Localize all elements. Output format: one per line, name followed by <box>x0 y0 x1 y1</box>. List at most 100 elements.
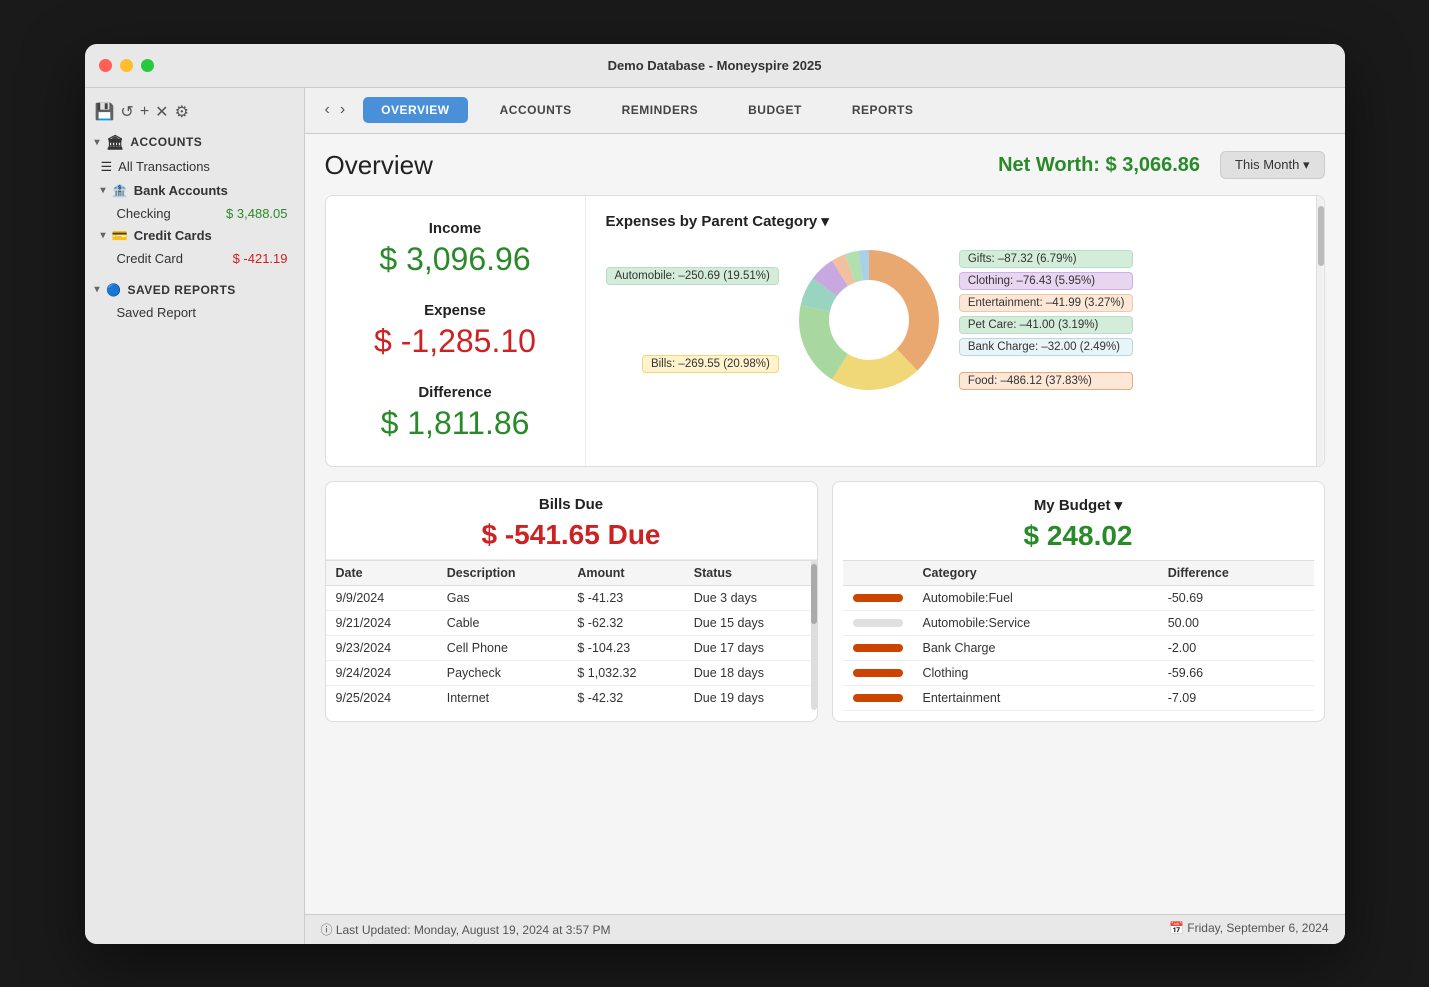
page-title: Overview <box>325 150 433 181</box>
last-updated: ⓘ Last Updated: Monday, August 19, 2024 … <box>321 921 611 938</box>
sidebar-item-credit-card[interactable]: Credit Card $ -421.19 <box>85 248 304 269</box>
budget-title-text: My Budget ▾ <box>1034 497 1122 514</box>
sidebar-section-accounts[interactable]: ▾ 🏛 ACCOUNTS <box>85 130 304 155</box>
budget-diff-1: -50.69 <box>1158 585 1314 610</box>
tab-reports[interactable]: REPORTS <box>834 97 932 123</box>
col-amount: Amount <box>567 560 683 585</box>
income-summary: Income $ 3,096.96 <box>356 220 555 278</box>
table-row[interactable]: 9/21/2024 Cable $ -62.32 Due 15 days <box>326 610 817 635</box>
main-card-scrollbar[interactable] <box>1316 196 1324 466</box>
table-row[interactable]: 9/23/2024 Cell Phone $ -104.23 Due 17 da… <box>326 635 817 660</box>
table-row[interactable]: 9/25/2024 Internet $ -42.32 Due 19 days <box>326 685 817 710</box>
app-window: Demo Database - Moneyspire 2025 💾 ↺ + ✕ … <box>85 44 1345 944</box>
donut-chart <box>789 240 949 400</box>
sidebar-section-saved-reports[interactable]: ▾ 🔵 SAVED REPORTS <box>85 279 304 301</box>
bill-date-3: 9/23/2024 <box>326 635 437 660</box>
minimize-button[interactable] <box>120 59 133 72</box>
tab-reminders[interactable]: REMINDERS <box>604 97 717 123</box>
maximize-button[interactable] <box>141 59 154 72</box>
chart-labels-right: Gifts: –87.32 (6.79%) Clothing: –76.43 (… <box>959 250 1134 390</box>
add-icon[interactable]: + <box>140 103 149 121</box>
summary-panel: Income $ 3,096.96 Expense $ -1,285.10 Di… <box>326 196 586 466</box>
status-bar: ⓘ Last Updated: Monday, August 19, 2024 … <box>305 914 1345 944</box>
income-label: Income <box>356 220 555 237</box>
bills-table-wrapper: Date Description Amount Status 9/9/2024 <box>326 559 817 710</box>
bill-status-5: Due 19 days <box>684 685 817 710</box>
col-date: Date <box>326 560 437 585</box>
traffic-lights <box>99 59 154 72</box>
bill-status-4: Due 18 days <box>684 660 817 685</box>
content-area: ‹ › OVERVIEW ACCOUNTS REMINDERS BUDGET R… <box>305 88 1345 944</box>
col-category: Category <box>913 560 1158 585</box>
accounts-section-label: ACCOUNTS <box>130 135 202 149</box>
label-petcare: Pet Care: –41.00 (3.19%) <box>959 316 1134 334</box>
table-row[interactable]: Bank Charge -2.00 <box>843 635 1314 660</box>
col-description: Description <box>437 560 568 585</box>
col-bar-spacer <box>843 560 913 585</box>
window-title: Demo Database - Moneyspire 2025 <box>608 58 822 73</box>
table-row[interactable]: 9/24/2024 Paycheck $ 1,032.32 Due 18 day… <box>326 660 817 685</box>
sidebar-toolbar: 💾 ↺ + ✕ ⚙ <box>85 98 304 130</box>
sidebar-group-credit-cards[interactable]: ▾ 💳 Credit Cards <box>85 224 304 248</box>
budget-header: My Budget ▾ $ 248.02 <box>833 482 1324 560</box>
label-gifts: Gifts: –87.32 (6.79%) <box>959 250 1134 268</box>
sidebar-group-bank-accounts[interactable]: ▾ 🏦 Bank Accounts <box>85 179 304 203</box>
back-button[interactable]: ‹ <box>321 99 334 121</box>
budget-diff-3: -2.00 <box>1158 635 1314 660</box>
saved-reports-label: SAVED REPORTS <box>127 283 235 297</box>
checking-label: Checking <box>117 206 171 221</box>
bills-title: Bills Due <box>346 496 797 513</box>
period-selector[interactable]: This Month ▾ <box>1220 151 1324 179</box>
col-difference: Difference <box>1158 560 1314 585</box>
label-entertainment: Entertainment: –41.99 (3.27%) <box>959 294 1134 312</box>
table-row[interactable]: 9/9/2024 Gas $ -41.23 Due 3 days <box>326 585 817 610</box>
chevron-icon: ▾ <box>101 185 106 196</box>
bill-amount-4: $ 1,032.32 <box>567 660 683 685</box>
save-icon[interactable]: 💾 <box>95 102 115 122</box>
budget-title[interactable]: My Budget ▾ <box>853 496 1304 514</box>
main-layout: 💾 ↺ + ✕ ⚙ ▾ 🏛 ACCOUNTS ☰ All Transaction… <box>85 88 1345 944</box>
settings-icon[interactable]: ⚙ <box>175 102 189 122</box>
budget-bar-cell-1 <box>843 585 913 610</box>
bank-accounts-group-icon: 🏦 <box>112 183 128 199</box>
tab-budget[interactable]: BUDGET <box>730 97 820 123</box>
sidebar-item-saved-report[interactable]: Saved Report <box>85 301 304 324</box>
table-row[interactable]: Automobile:Service 50.00 <box>843 610 1314 635</box>
budget-table: Category Difference Automobile:Fuel -50.… <box>843 560 1314 711</box>
budget-diff-2: 50.00 <box>1158 610 1314 635</box>
scrollbar-thumb <box>1318 206 1324 266</box>
summary-chart-card: Income $ 3,096.96 Expense $ -1,285.10 Di… <box>325 195 1325 467</box>
bills-scrollbar[interactable] <box>811 560 817 710</box>
table-row[interactable]: Automobile:Fuel -50.69 <box>843 585 1314 610</box>
budget-cat-4: Clothing <box>913 660 1158 685</box>
net-worth-amount: $ 3,066.86 <box>1106 154 1201 176</box>
saved-report-label: Saved Report <box>101 305 197 320</box>
budget-cat-2: Automobile:Service <box>913 610 1158 635</box>
budget-table-wrapper: Category Difference Automobile:Fuel -50.… <box>833 560 1324 721</box>
bill-desc-1: Gas <box>437 585 568 610</box>
forward-button[interactable]: › <box>336 99 349 121</box>
sidebar-item-checking[interactable]: Checking $ 3,488.05 <box>85 203 304 224</box>
chart-title[interactable]: Expenses by Parent Category ▾ <box>606 212 1296 230</box>
list-icon: ☰ <box>101 159 113 175</box>
chevron-icon-cc: ▾ <box>101 230 106 241</box>
bottom-row: Bills Due $ -541.65 Due Date Description… <box>325 481 1325 722</box>
budget-bar-cell-3 <box>843 635 913 660</box>
overview-header: Overview Net Worth: $ 3,066.86 This Mont… <box>325 150 1325 181</box>
refresh-icon[interactable]: ↺ <box>120 102 133 122</box>
bill-status-1: Due 3 days <box>684 585 817 610</box>
budget-bar-5 <box>853 694 903 702</box>
net-worth-label: Net Worth: <box>998 154 1100 176</box>
table-row[interactable]: Entertainment -7.09 <box>843 685 1314 710</box>
tools-icon[interactable]: ✕ <box>155 102 168 122</box>
chart-panel: Expenses by Parent Category ▾ Automobile… <box>586 196 1316 466</box>
tab-overview[interactable]: OVERVIEW <box>363 97 467 123</box>
sidebar-item-all-transactions[interactable]: ☰ All Transactions <box>85 155 304 179</box>
close-button[interactable] <box>99 59 112 72</box>
checking-amount: $ 3,488.05 <box>226 206 287 221</box>
bill-desc-2: Cable <box>437 610 568 635</box>
budget-bar-2 <box>853 619 903 627</box>
chart-area: Automobile: –250.69 (19.51%) Bills: –269… <box>606 240 1296 400</box>
tab-accounts[interactable]: ACCOUNTS <box>482 97 590 123</box>
table-row[interactable]: Clothing -59.66 <box>843 660 1314 685</box>
